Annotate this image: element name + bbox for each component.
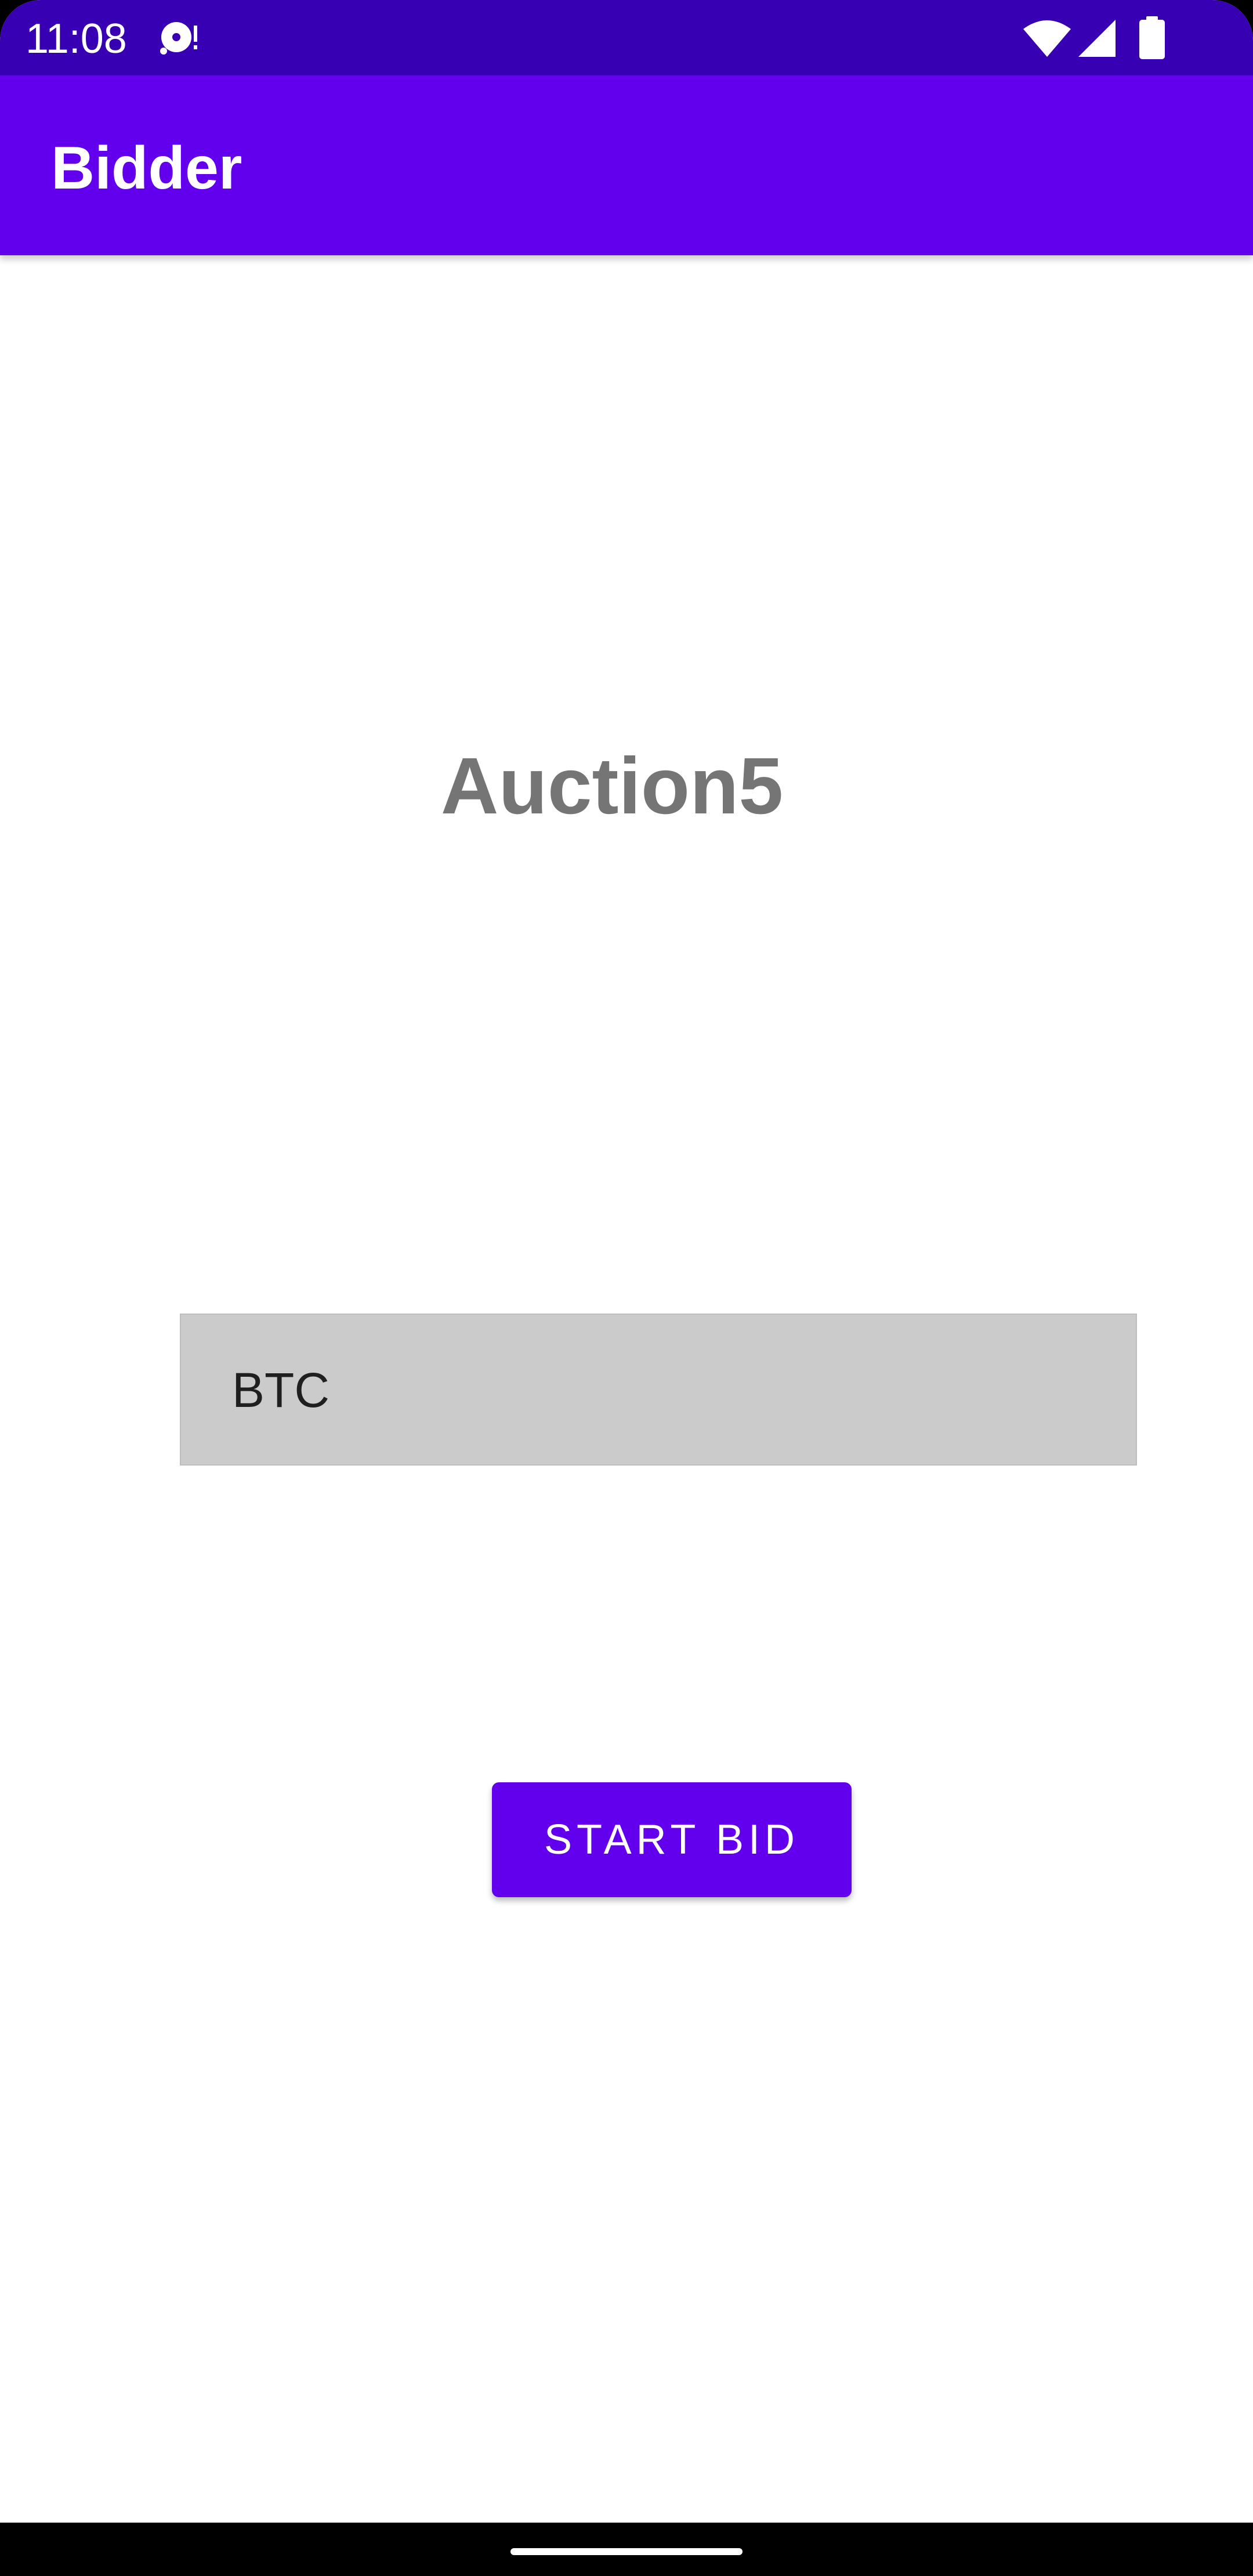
- auction-title: Auction5: [440, 741, 784, 831]
- wifi-icon: [1023, 20, 1071, 57]
- app-bar: Bidder: [0, 75, 1253, 255]
- app-title: Bidder: [51, 135, 242, 202]
- status-bar: 11:08: [0, 0, 1253, 75]
- start-bid-label: START BID: [544, 1817, 800, 1863]
- battery-icon: [1139, 16, 1165, 59]
- status-time: 11:08: [26, 16, 127, 62]
- notification-disc-icon: [160, 22, 197, 55]
- start-bid-button[interactable]: START BID: [492, 1782, 852, 1897]
- home-handle-icon[interactable]: [510, 2548, 743, 2555]
- cell-signal-icon: [1078, 20, 1116, 57]
- currency-value: BTC: [232, 1363, 329, 1417]
- currency-field[interactable]: BTC: [180, 1314, 1137, 1466]
- app-screen: 11:08 Bidder Auction5 BTC START BID: [0, 0, 1253, 2576]
